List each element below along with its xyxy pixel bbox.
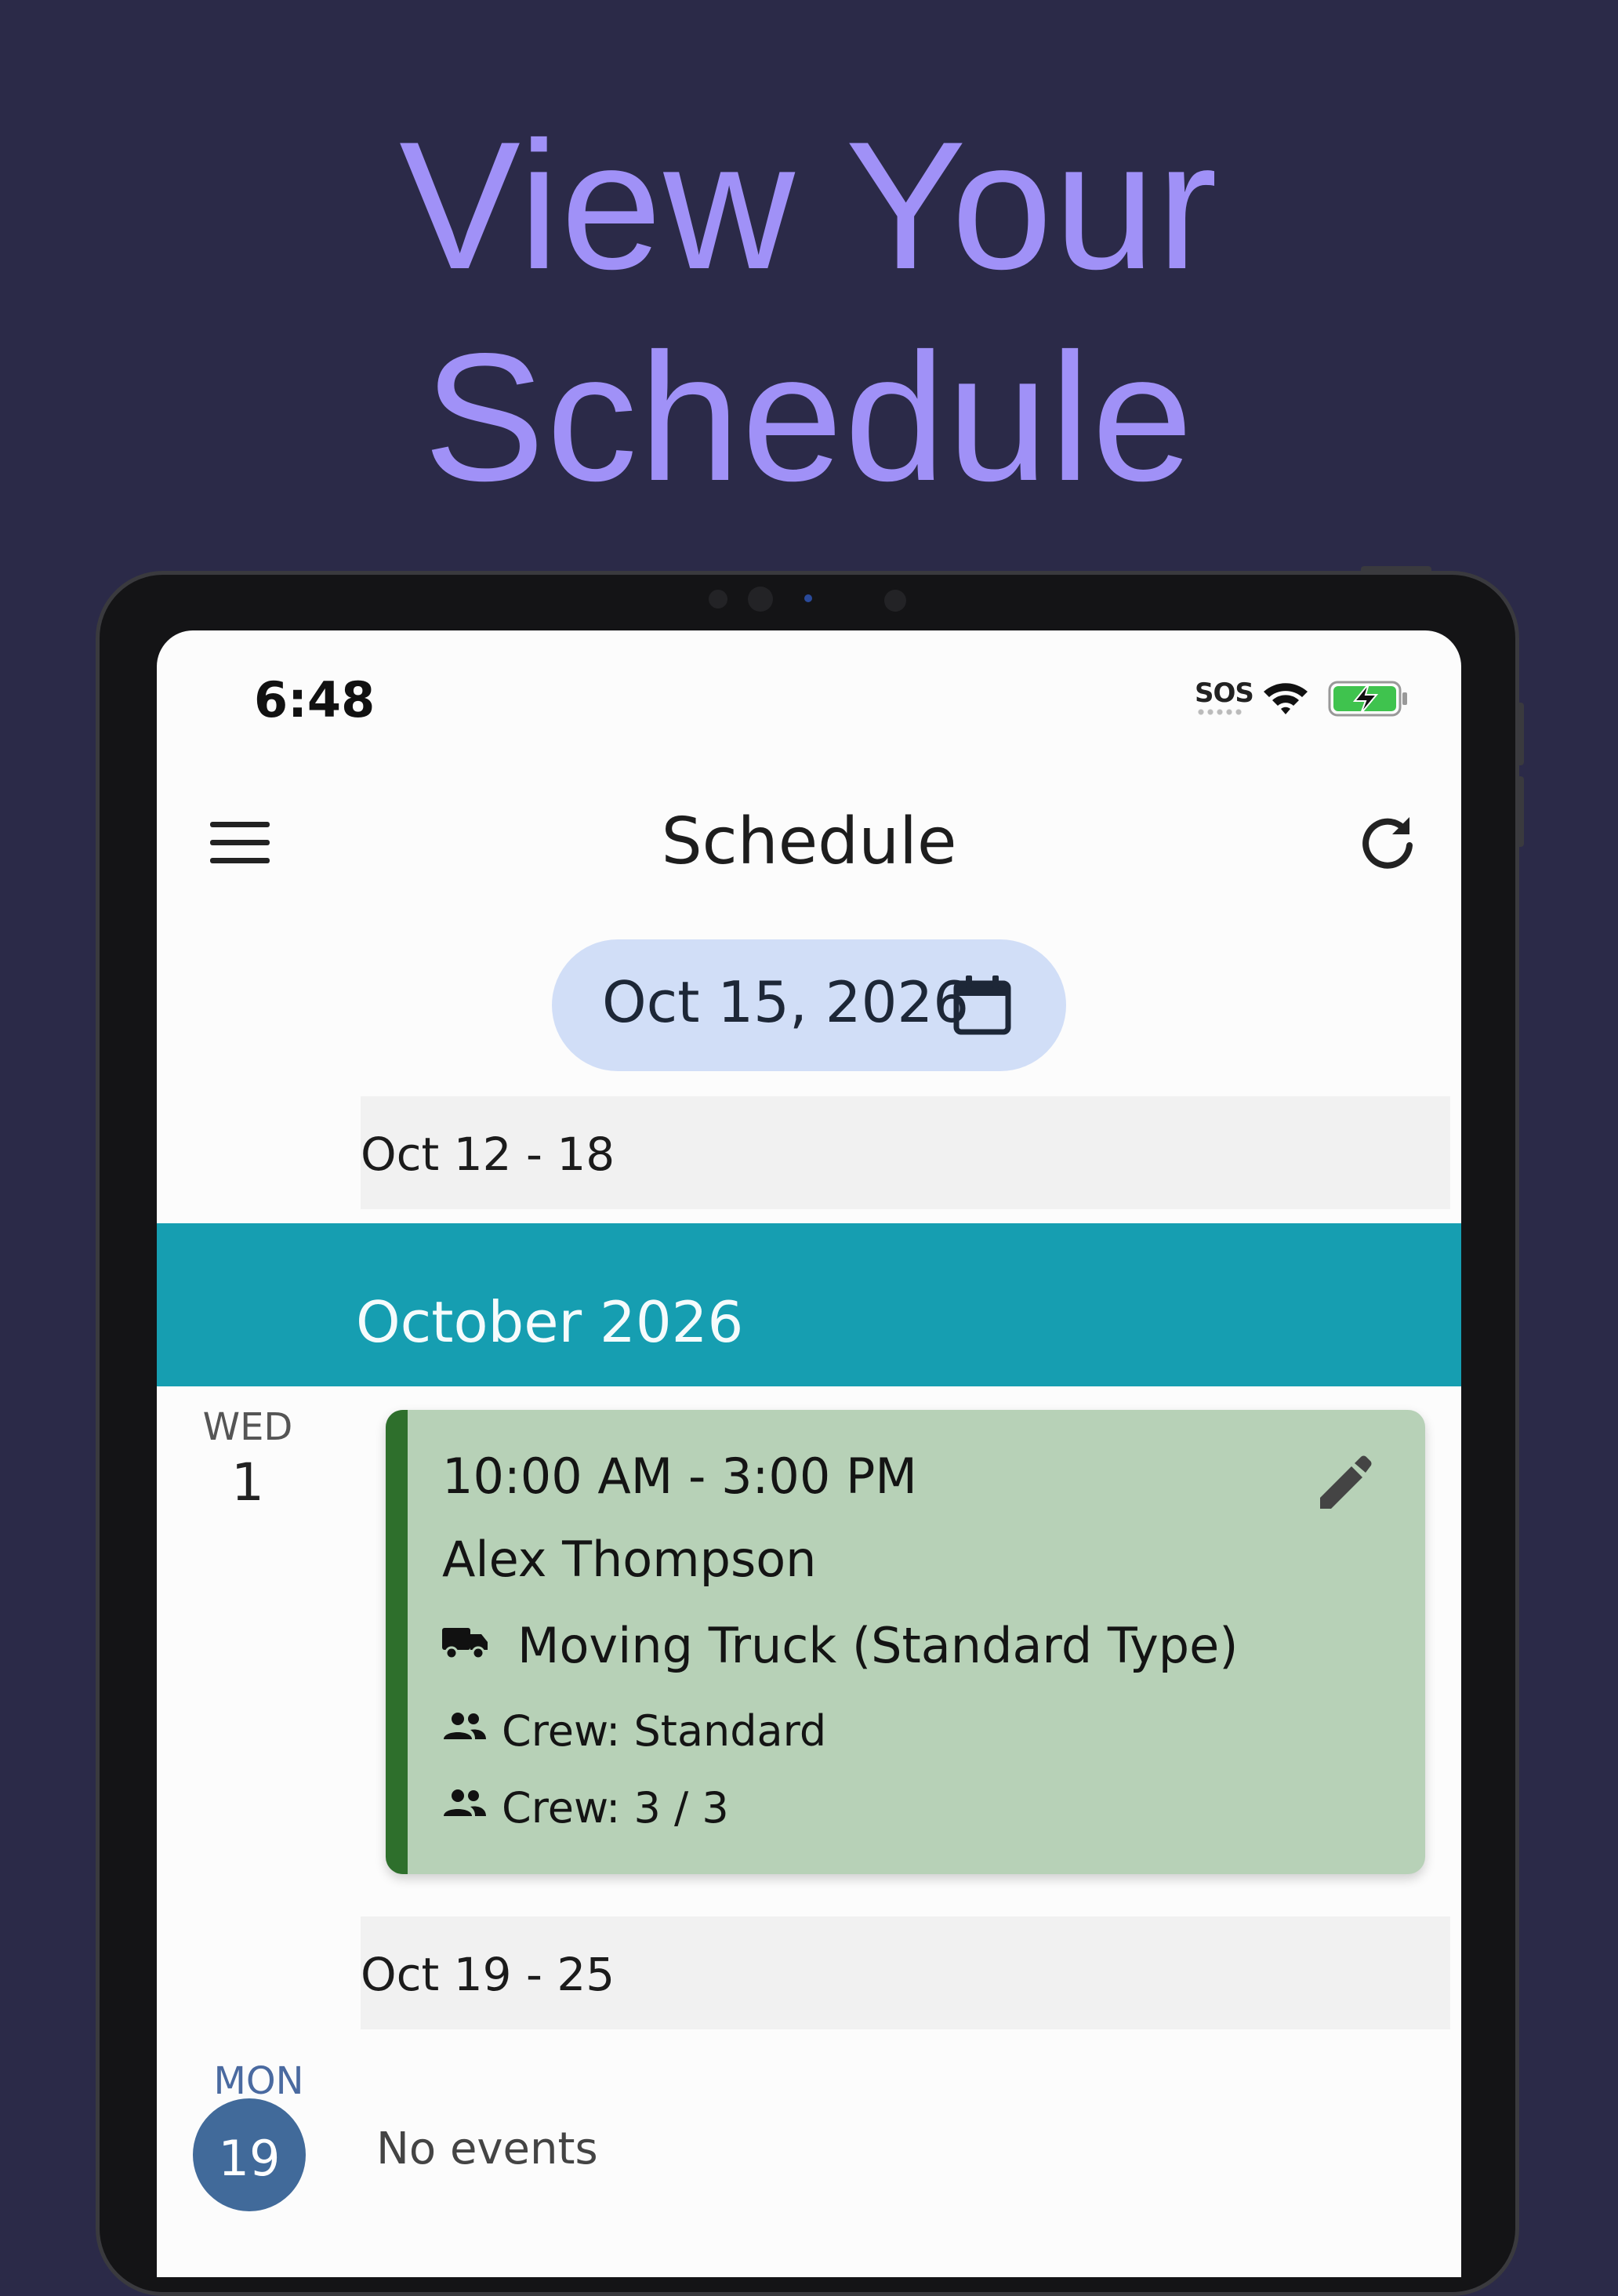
side-button-2 — [1516, 776, 1524, 847]
volume-top-button — [1361, 566, 1431, 574]
event-accent-bar — [386, 1410, 408, 1874]
edit-icon[interactable] — [1312, 1449, 1378, 1515]
calendar-icon — [953, 975, 1011, 1035]
day-of-month: 1 — [231, 1452, 264, 1513]
event-crew-count: Crew: 3 / 3 — [502, 1783, 729, 1833]
today-indicator: 19 — [193, 2098, 306, 2211]
week-range: Oct 19 - 25 — [361, 1948, 615, 2001]
date-picker-label: Oct 15, 2026 — [602, 969, 969, 1035]
headline: View Your Schedule — [0, 100, 1618, 524]
event-customer: Alex Thompson — [442, 1531, 817, 1588]
headline-line-2: Schedule — [423, 316, 1195, 519]
week-header: Oct 12 - 18 — [361, 1096, 1450, 1209]
side-button-1 — [1516, 703, 1524, 765]
status-time: 6:48 — [254, 671, 375, 728]
signal-dots — [1196, 709, 1243, 715]
wifi-icon — [1264, 683, 1308, 714]
camera-indicator — [804, 594, 812, 602]
date-picker-button[interactable]: Oct 15, 2026 — [552, 939, 1066, 1071]
event-crew-type: Crew: Standard — [502, 1706, 827, 1756]
event-time: 10:00 AM - 3:00 PM — [442, 1448, 917, 1505]
day-of-month: 19 — [218, 2130, 281, 2187]
page-title: Schedule — [661, 805, 957, 879]
refresh-icon[interactable] — [1356, 811, 1419, 874]
month-label: October 2026 — [356, 1289, 744, 1355]
day-of-week: MON — [213, 2059, 304, 2103]
sos-indicator: SOS — [1195, 678, 1254, 709]
camera-lens — [748, 587, 773, 612]
app-bar: Schedule — [157, 787, 1461, 897]
day-of-week: WED — [202, 1405, 293, 1449]
event-card[interactable]: 10:00 AM - 3:00 PM Alex Thompson Moving … — [386, 1410, 1425, 1874]
month-header: October 2026 — [157, 1223, 1461, 1386]
battery-charging-icon — [1328, 681, 1407, 717]
day-label: WED 1 — [169, 1405, 326, 1513]
people-icon — [444, 1713, 486, 1739]
headline-line-1: View Your — [399, 104, 1219, 307]
truck-icon — [442, 1628, 488, 1659]
no-events-text: No events — [376, 2123, 598, 2174]
people-icon — [444, 1789, 486, 1816]
sensor-dot — [709, 590, 727, 609]
device-screen: 6:48 SOS Schedule Oct 15, 2026 Oct 12 - … — [157, 630, 1461, 2277]
week-range: Oct 12 - 18 — [361, 1128, 615, 1181]
sensor-dot-2 — [884, 590, 906, 612]
week-header: Oct 19 - 25 — [361, 1916, 1450, 2029]
event-vehicle: Moving Truck (Standard Type) — [517, 1617, 1239, 1674]
